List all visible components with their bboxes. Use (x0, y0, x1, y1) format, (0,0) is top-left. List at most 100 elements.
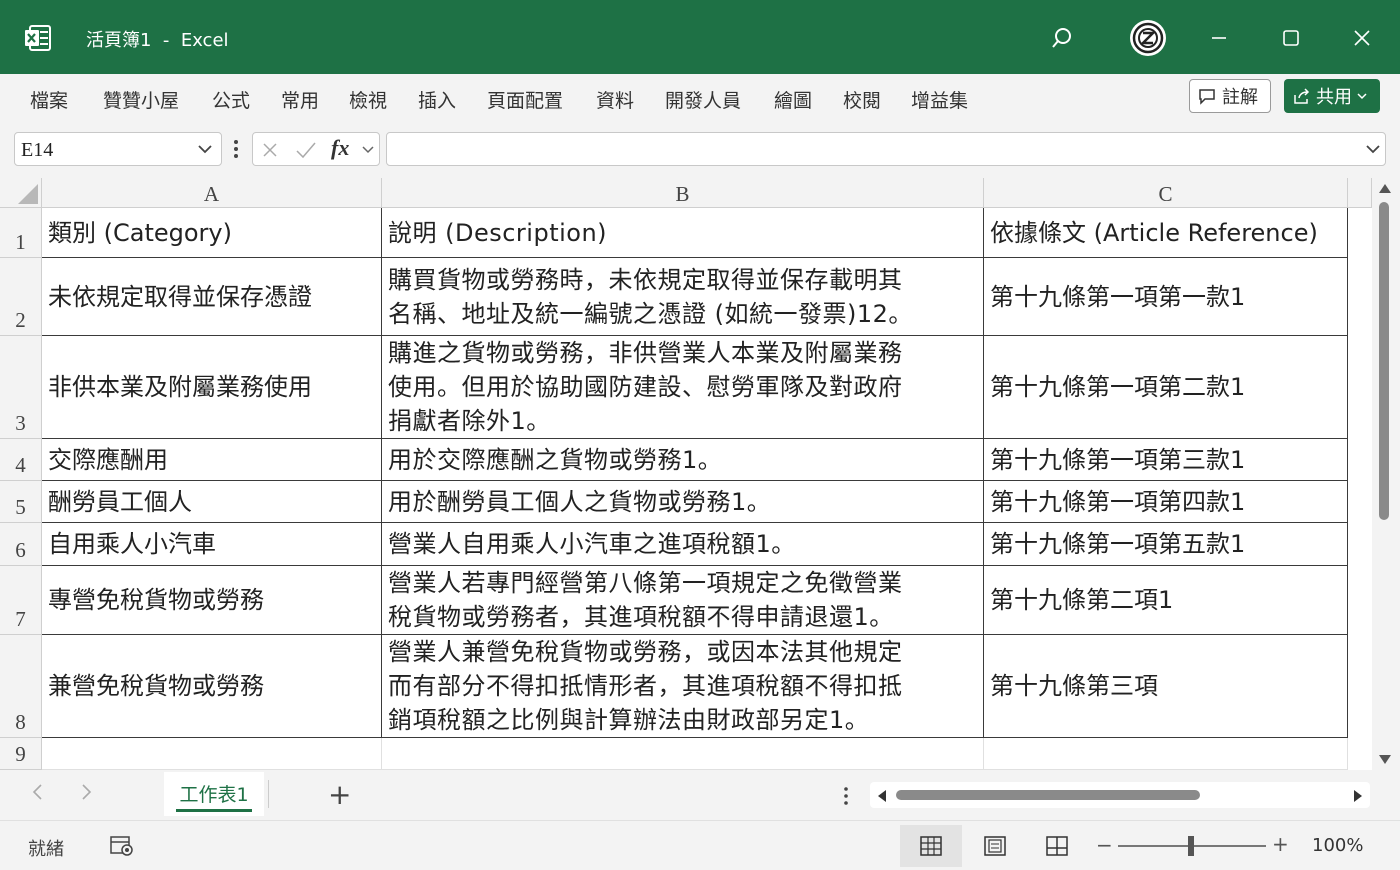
cell-a1[interactable]: 類別 (Category) (42, 208, 382, 258)
page-layout-view-button[interactable] (964, 825, 1026, 867)
cell-a6[interactable]: 自用乘人小汽車 (42, 523, 382, 566)
tab-page-layout[interactable]: 頁面配置 (487, 86, 563, 113)
row-header[interactable]: 2 (0, 258, 42, 336)
comments-button[interactable]: 註解 (1189, 79, 1271, 113)
account-avatar-icon[interactable] (1130, 20, 1166, 56)
column-header-a[interactable]: A (42, 178, 382, 208)
scroll-left-icon[interactable] (876, 789, 888, 803)
tab-developer[interactable]: 開發人員 (665, 86, 741, 113)
cell-c7[interactable]: 第十九條第二項1 (984, 566, 1348, 635)
cell-c6[interactable]: 第十九條第一項第五款1 (984, 523, 1348, 566)
cell-c9[interactable] (984, 738, 1348, 770)
scroll-down-icon[interactable] (1378, 754, 1392, 766)
more-options-icon[interactable] (842, 786, 850, 806)
cell-a7[interactable]: 專營免稅貨物或勞務 (42, 566, 382, 635)
page-break-view-button[interactable] (1026, 825, 1088, 867)
share-button[interactable]: 共用 (1284, 79, 1380, 113)
formula-input[interactable] (386, 132, 1386, 166)
tab-formulas[interactable]: 公式 (212, 86, 250, 113)
cell-b4[interactable]: 用於交際應酬之貨物或勞務1。 (382, 439, 984, 481)
minimize-icon[interactable] (1203, 22, 1235, 54)
formula-controls: fx (252, 132, 380, 166)
scroll-up-icon[interactable] (1378, 182, 1392, 194)
maximize-icon[interactable] (1275, 22, 1307, 54)
cell-b5[interactable]: 用於酬勞員工個人之貨物或勞務1。 (382, 481, 984, 523)
cell-c3[interactable]: 第十九條第一項第二款1 (984, 336, 1348, 439)
tab-zanzan[interactable]: 贊贊小屋 (103, 86, 179, 113)
cell-c2[interactable]: 第十九條第一項第一款1 (984, 258, 1348, 336)
chevron-down-icon[interactable] (361, 143, 375, 157)
horizontal-scroll-thumb[interactable] (896, 790, 1200, 800)
row-header[interactable]: 3 (0, 336, 42, 439)
cell-b7[interactable]: 營業人若專門經營第八條第一項規定之免徵營業 稅貨物或勞務者，其進項稅額不得申請退還… (382, 566, 984, 635)
row-header[interactable]: 6 (0, 523, 42, 566)
tab-file[interactable]: 檔案 (30, 86, 68, 113)
accessibility-icon[interactable] (110, 835, 134, 857)
chevron-left-icon[interactable] (30, 782, 46, 802)
row-header[interactable]: 8 (0, 635, 42, 738)
row-header[interactable]: 9 (0, 738, 42, 770)
cancel-entry-icon[interactable] (261, 141, 279, 159)
cell-c1[interactable]: 依據條文 (Article Reference) (984, 208, 1348, 258)
more-options-icon[interactable] (232, 138, 240, 160)
normal-view-button[interactable] (900, 825, 962, 867)
active-sheet-indicator (176, 809, 252, 812)
row-header[interactable]: 1 (0, 208, 42, 258)
name-box[interactable]: E14 (14, 132, 222, 166)
cell-b2[interactable]: 購買貨物或勞務時，未依規定取得並保存載明其 名稱、地址及統一編號之憑證 (如統一發… (382, 258, 984, 336)
cell-b6[interactable]: 營業人自用乘人小汽車之進項稅額1。 (382, 523, 984, 566)
tab-data[interactable]: 資料 (596, 86, 634, 113)
cell-a3[interactable]: 非供本業及附屬業務使用 (42, 336, 382, 439)
column-header-d[interactable] (1348, 178, 1372, 208)
zoom-slider-thumb[interactable] (1188, 836, 1194, 856)
formula-bar: E14 fx (0, 124, 1400, 178)
expand-formula-bar-icon[interactable] (1364, 140, 1382, 158)
close-icon[interactable] (1346, 22, 1378, 54)
cell-a5[interactable]: 酬勞員工個人 (42, 481, 382, 523)
row-header[interactable]: 4 (0, 439, 42, 481)
cell-a9[interactable] (42, 738, 382, 770)
zoom-level[interactable]: 100% (1312, 835, 1363, 856)
cell-b3[interactable]: 購進之貨物或勞務，非供營業人本業及附屬業務 使用。但用於協助國防建設、慰勞軍隊及對… (382, 336, 984, 439)
chevron-down-icon[interactable] (196, 140, 214, 158)
tab-addins[interactable]: 增益集 (911, 86, 968, 113)
confirm-entry-icon[interactable] (295, 141, 317, 159)
zoom-in-button[interactable]: + (1272, 832, 1289, 856)
column-header-c[interactable]: C (984, 178, 1348, 208)
cell-a4[interactable]: 交際應酬用 (42, 439, 382, 481)
row-header[interactable]: 5 (0, 481, 42, 523)
excel-logo-icon (25, 25, 51, 51)
select-all-corner[interactable] (0, 178, 42, 208)
vertical-scroll-thumb[interactable] (1379, 202, 1389, 520)
cell-b9[interactable] (382, 738, 984, 770)
cell-a8[interactable]: 兼營免稅貨物或勞務 (42, 635, 382, 738)
insert-function-icon[interactable]: fx (331, 135, 349, 161)
tab-insert[interactable]: 插入 (418, 86, 456, 113)
row-header[interactable]: 7 (0, 566, 42, 635)
tab-view[interactable]: 檢視 (349, 86, 387, 113)
cell-c5[interactable]: 第十九條第一項第四款1 (984, 481, 1348, 523)
add-sheet-button[interactable]: + (328, 778, 351, 811)
zoom-out-button[interactable]: − (1096, 833, 1113, 857)
sheet-tabs-bar: 工作表1 + (0, 770, 1400, 820)
column-header-b[interactable]: B (382, 178, 984, 208)
grid-view-icon (920, 836, 942, 856)
tab-review[interactable]: 校閱 (843, 86, 881, 113)
scroll-right-icon[interactable] (1352, 789, 1364, 803)
comments-label: 註解 (1222, 87, 1258, 108)
search-icon[interactable] (1046, 22, 1078, 54)
vertical-scrollbar[interactable] (1372, 178, 1400, 770)
share-label: 共用 (1316, 87, 1352, 108)
chevron-right-icon[interactable] (78, 782, 94, 802)
cell-b1[interactable]: 說明 (Description) (382, 208, 984, 258)
tab-home[interactable]: 常用 (281, 86, 319, 113)
tab-draw[interactable]: 繪圖 (774, 86, 812, 113)
cell-a2[interactable]: 未依規定取得並保存憑證 (42, 258, 382, 336)
cell-c4[interactable]: 第十九條第一項第三款1 (984, 439, 1348, 481)
tab-divider (268, 780, 269, 808)
chevron-down-icon (1357, 93, 1367, 100)
cell-b8[interactable]: 營業人兼營免稅貨物或勞務，或因本法其他規定 而有部分不得扣抵情形者，其進項稅額不得… (382, 635, 984, 738)
worksheet-grid[interactable]: A B C 1 類別 (Category) 說明 (Description) 依… (0, 178, 1400, 770)
cell-c8[interactable]: 第十九條第三項 (984, 635, 1348, 738)
horizontal-scrollbar[interactable] (870, 782, 1370, 808)
